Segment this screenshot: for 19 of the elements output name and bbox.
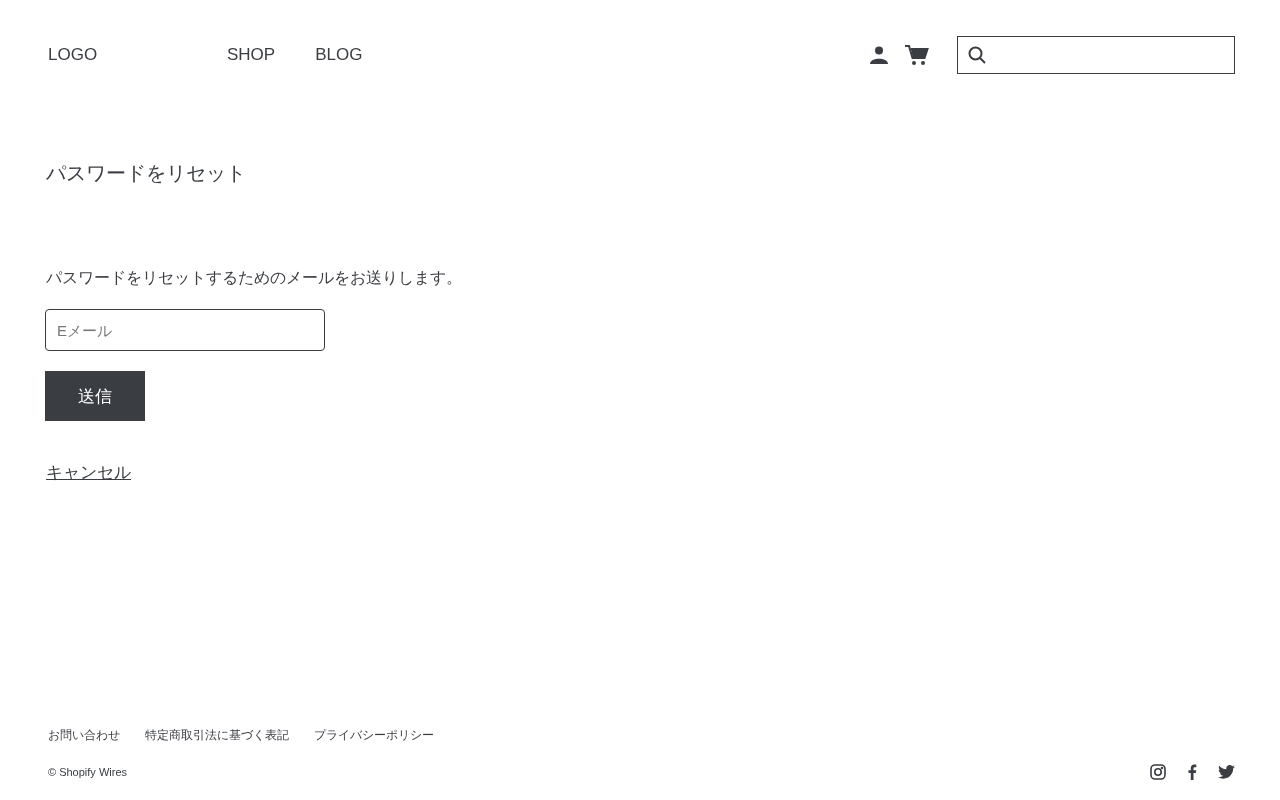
submit-button[interactable]: 送信 bbox=[45, 371, 145, 422]
cancel-link[interactable]: キャンセル bbox=[46, 461, 131, 485]
logo-link[interactable]: LOGO bbox=[48, 45, 227, 65]
search-field[interactable] bbox=[957, 36, 1235, 74]
twitter-icon[interactable] bbox=[1218, 765, 1235, 779]
footer-link[interactable]: 特定商取引法に基づく表記 bbox=[145, 727, 289, 744]
nav-link[interactable]: BLOG bbox=[315, 45, 363, 65]
cart-icon[interactable] bbox=[905, 44, 929, 66]
footer-link[interactable]: プライバシーポリシー bbox=[314, 727, 434, 744]
nav-link[interactable]: SHOP bbox=[227, 45, 276, 65]
copyright-text: © Shopify Wires bbox=[48, 766, 127, 778]
page-title: パスワードをリセット bbox=[46, 161, 246, 186]
email-field[interactable]: Eメール bbox=[45, 309, 325, 352]
search-icon bbox=[968, 46, 986, 64]
facebook-icon[interactable] bbox=[1187, 764, 1197, 780]
footer-link[interactable]: お問い合わせ bbox=[48, 727, 120, 744]
instagram-icon[interactable] bbox=[1150, 764, 1166, 780]
user-icon[interactable] bbox=[869, 45, 889, 65]
description-text: パスワードをリセットするためのメールをお送りします。 bbox=[46, 268, 462, 288]
